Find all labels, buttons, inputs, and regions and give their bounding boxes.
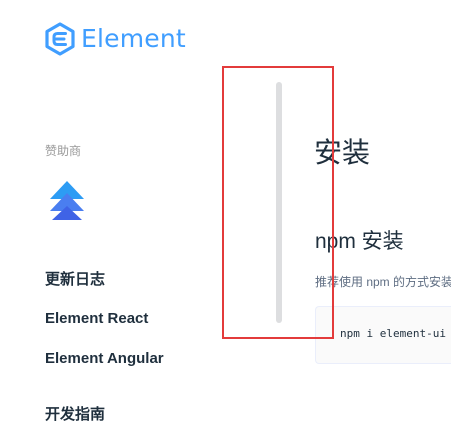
npm-recommend-text: 推荐使用 npm 的方式安装 [315,275,451,289]
element-logo-icon [45,22,75,56]
npm-install-command: npm i element-ui -S [340,327,451,340]
sponsor-logo-icon[interactable] [48,180,86,220]
npm-install-heading: npm 安装 [315,230,404,253]
sidebar-scrollbar-thumb[interactable] [276,82,282,323]
site-logo[interactable]: Element [43,22,186,56]
sponsor-section-title: 赞助商 [45,144,82,158]
sidebar-item-dev-guide[interactable]: 开发指南 [45,403,105,423]
sidebar-item-element-react[interactable]: Element React [45,310,148,327]
sidebar-item-changelog[interactable]: 更新日志 [45,268,105,289]
logo-text: Element [81,24,186,53]
code-block: npm i element-ui -S [315,306,451,364]
page-title: 安装 [314,137,371,168]
sidebar-item-element-angular[interactable]: Element Angular [45,350,164,367]
page: Element 赞助商 更新日志 Element React Element A… [0,0,451,423]
